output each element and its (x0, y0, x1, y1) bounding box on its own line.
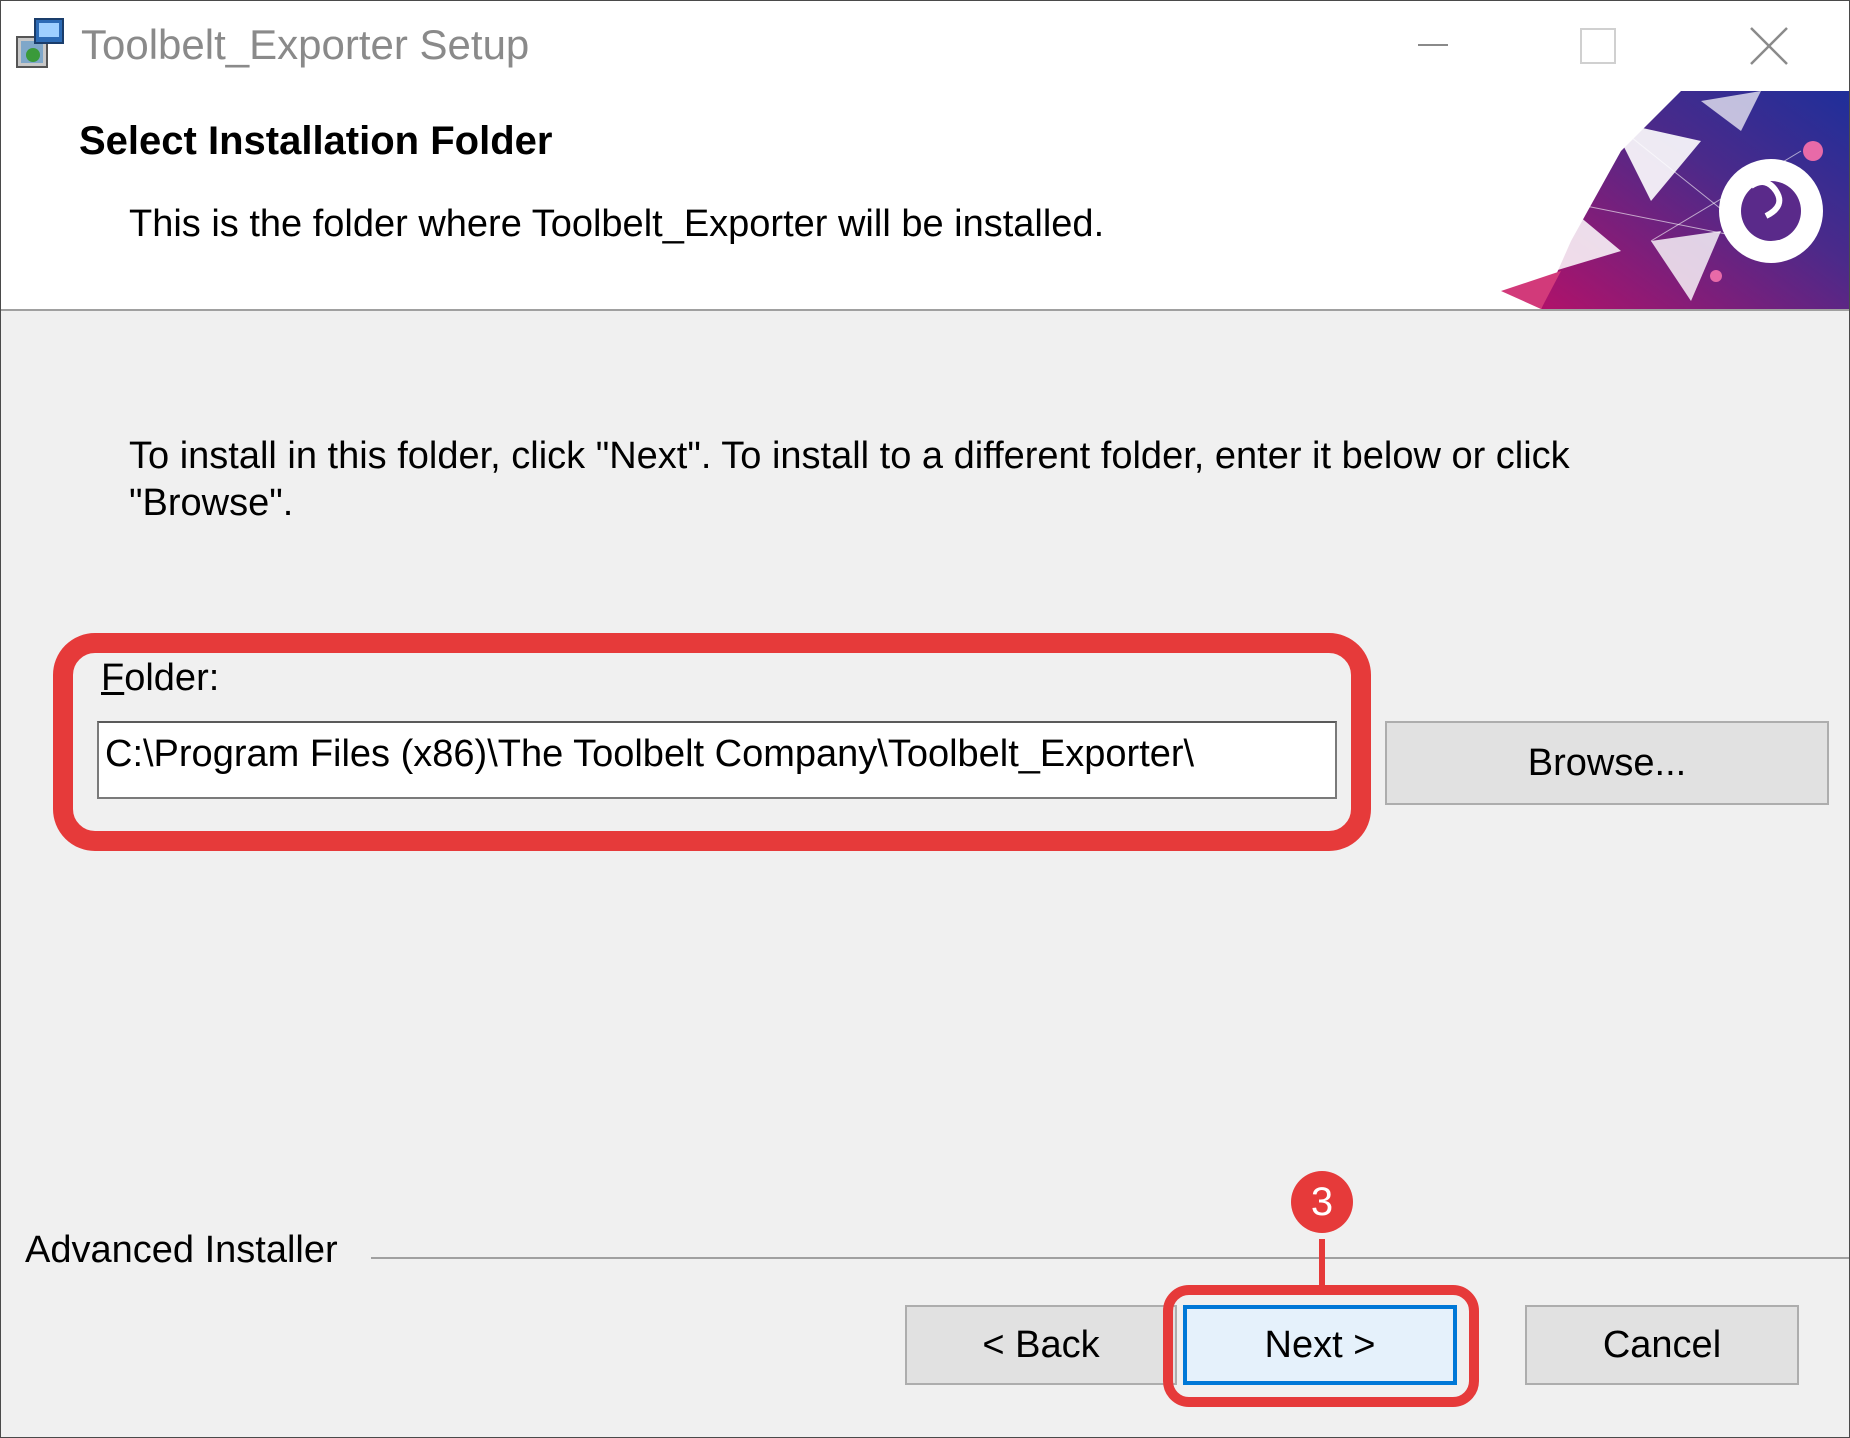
installer-package-icon (16, 18, 64, 68)
title-bar[interactable]: Toolbelt_Exporter Setup (1, 1, 1849, 91)
cancel-button[interactable]: Cancel (1525, 1305, 1799, 1385)
next-highlight-box (1163, 1285, 1479, 1407)
footer-divider (371, 1257, 1849, 1259)
header-banner: Select Installation Folder This is the f… (1, 91, 1849, 311)
page-subtitle: This is the folder where Toolbelt_Export… (129, 203, 1105, 245)
close-icon[interactable] (1681, 1, 1850, 91)
page-title: Select Installation Folder (79, 119, 553, 163)
minimize-icon[interactable] (1346, 1, 1516, 91)
window-title: Toolbelt_Exporter Setup (81, 21, 530, 68)
instructions-text: To install in this folder, click "Next".… (129, 435, 1570, 524)
back-button[interactable]: < Back (905, 1305, 1177, 1385)
step-callout-stem (1319, 1239, 1325, 1287)
advanced-installer-brand: Advanced Installer (25, 1229, 338, 1271)
step-number-badge: 3 (1291, 1171, 1353, 1233)
browse-button[interactable]: Browse... (1385, 721, 1829, 805)
maximize-icon[interactable] (1511, 1, 1681, 91)
installer-window: Toolbelt_Exporter Setup Select Installat… (0, 0, 1850, 1438)
banner-artwork (1501, 91, 1849, 309)
folder-highlight-box (53, 633, 1371, 851)
